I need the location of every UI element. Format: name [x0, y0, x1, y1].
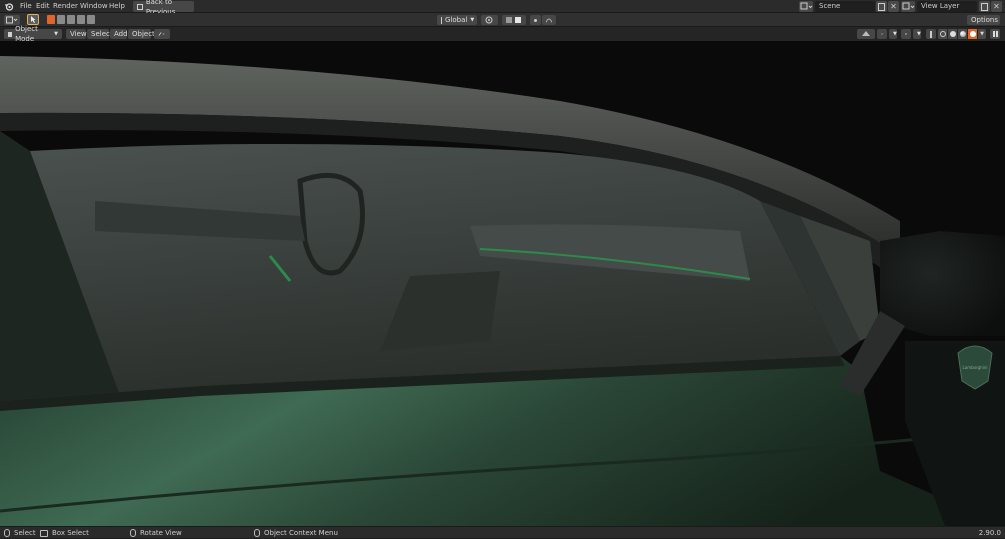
options-label: Options	[971, 16, 999, 24]
new-view-layer-icon[interactable]	[979, 1, 990, 12]
3d-viewport[interactable]: Lamborghini	[0, 41, 1005, 526]
overlays-dropdown[interactable]: ▼	[913, 29, 921, 39]
view-layer-browse-icon[interactable]	[901, 1, 915, 12]
gizmo-transform-dropdown[interactable]	[154, 29, 170, 39]
status-bar: Select Box Select Rotate View Object Con…	[0, 526, 1005, 538]
keyboard-drag-icon	[40, 529, 48, 537]
scene-browse-icon[interactable]	[799, 1, 813, 12]
snap-element-icon	[515, 17, 521, 23]
proportional-falloff-dropdown[interactable]	[542, 15, 556, 25]
snap-magnet-icon	[506, 17, 512, 23]
select-mode-invert-icon[interactable]	[77, 15, 85, 24]
wireframe-icon	[939, 31, 946, 37]
select-mode-extend-icon[interactable]	[57, 15, 65, 24]
select-mode-intersect-icon[interactable]	[87, 15, 95, 24]
selectability-icon	[862, 31, 870, 36]
shading-rendered-button[interactable]	[968, 29, 977, 39]
gizmo-dropdown[interactable]: ▼	[889, 29, 897, 39]
rendered-shading-icon	[969, 31, 976, 37]
delete-view-layer-icon[interactable]: ✕	[991, 1, 1002, 12]
orientation-axes-icon	[441, 16, 442, 24]
transform-orientation-dropdown[interactable]: Global ▼	[437, 15, 477, 25]
view-menu[interactable]: View	[66, 29, 87, 39]
proportional-editing-toggle[interactable]	[530, 15, 541, 25]
shading-material-button[interactable]	[958, 29, 967, 39]
tool-settings-bar: Global ▼ Options	[0, 13, 1005, 27]
mouse-right-icon	[254, 529, 260, 537]
chevron-down-icon: ▼	[917, 31, 921, 37]
xray-icon	[930, 30, 932, 38]
select-mode-new-icon[interactable]	[47, 15, 55, 24]
status-select-label: Select	[14, 529, 36, 537]
viewport-render: Lamborghini	[0, 41, 1005, 526]
visibility-dropdown[interactable]	[857, 29, 875, 39]
shading-solid-button[interactable]	[948, 29, 957, 39]
back-icon	[137, 3, 143, 10]
chevron-down-icon: ▼	[980, 31, 984, 37]
back-to-previous-button[interactable]: Back to Previous	[133, 0, 194, 16]
version-label: 2.90.0	[978, 529, 1001, 537]
overlays-toggle[interactable]	[901, 29, 911, 39]
status-select: Select	[4, 527, 36, 539]
solid-shading-icon	[949, 31, 956, 37]
object-mode-icon	[8, 31, 13, 37]
status-rotate-view-label: Rotate View	[140, 529, 182, 537]
transform-gizmo-icon	[158, 32, 165, 36]
mouse-middle-icon	[130, 529, 136, 537]
object-menu[interactable]: Object	[128, 29, 155, 39]
chevron-down-icon: ▼	[54, 31, 58, 37]
viewport-badge-text: Lamborghini	[963, 365, 988, 370]
mouse-left-icon	[4, 529, 10, 537]
chevron-down-icon: ▼	[470, 17, 475, 23]
select-mode-subtract-icon[interactable]	[67, 15, 75, 24]
material-preview-icon	[959, 31, 966, 37]
status-rotate-view: Rotate View	[130, 527, 182, 539]
new-scene-icon[interactable]	[876, 1, 887, 12]
falloff-curve-icon	[546, 18, 552, 23]
status-box-select: Box Select	[40, 527, 89, 539]
object-mode-dropdown[interactable]: Object Mode ▼	[4, 25, 62, 43]
status-context-menu-label: Object Context Menu	[264, 529, 338, 537]
menu-help[interactable]: Help	[104, 0, 130, 13]
overlays-icon	[905, 33, 907, 35]
snapping-dropdown[interactable]	[502, 15, 526, 25]
top-menu-bar: File Edit Render Window Help Back to Pre…	[0, 0, 1005, 16]
pivot-point-icon	[485, 16, 493, 24]
options-dropdown[interactable]: Options	[967, 15, 1000, 25]
pause-icon	[992, 31, 998, 37]
viewport-pause-button[interactable]	[990, 29, 1000, 39]
view-layer-name-field[interactable]: View Layer	[917, 1, 977, 12]
chevron-down-icon: ▼	[893, 31, 897, 37]
gizmo-toggle[interactable]	[877, 29, 887, 39]
add-menu[interactable]: Add	[110, 29, 128, 39]
viewport-header: Object Mode ▼ View Select Add Object ▼ ▼…	[0, 25, 1005, 43]
shading-options-dropdown[interactable]: ▼	[978, 29, 986, 39]
delete-scene-icon[interactable]: ✕	[888, 1, 899, 12]
pivot-point-dropdown[interactable]	[481, 15, 498, 25]
scene-name-field[interactable]: Scene	[815, 1, 875, 12]
blender-logo-icon[interactable]	[4, 2, 14, 11]
select-menu[interactable]: Select	[87, 29, 113, 39]
xray-toggle[interactable]	[926, 29, 936, 39]
shading-wireframe-button[interactable]	[938, 29, 947, 39]
proportional-editing-icon	[534, 18, 537, 22]
status-context-menu: Object Context Menu	[254, 527, 338, 539]
gizmo-icon	[881, 33, 883, 35]
transform-orientation-label: Global	[445, 16, 468, 24]
status-box-select-label: Box Select	[52, 529, 89, 537]
